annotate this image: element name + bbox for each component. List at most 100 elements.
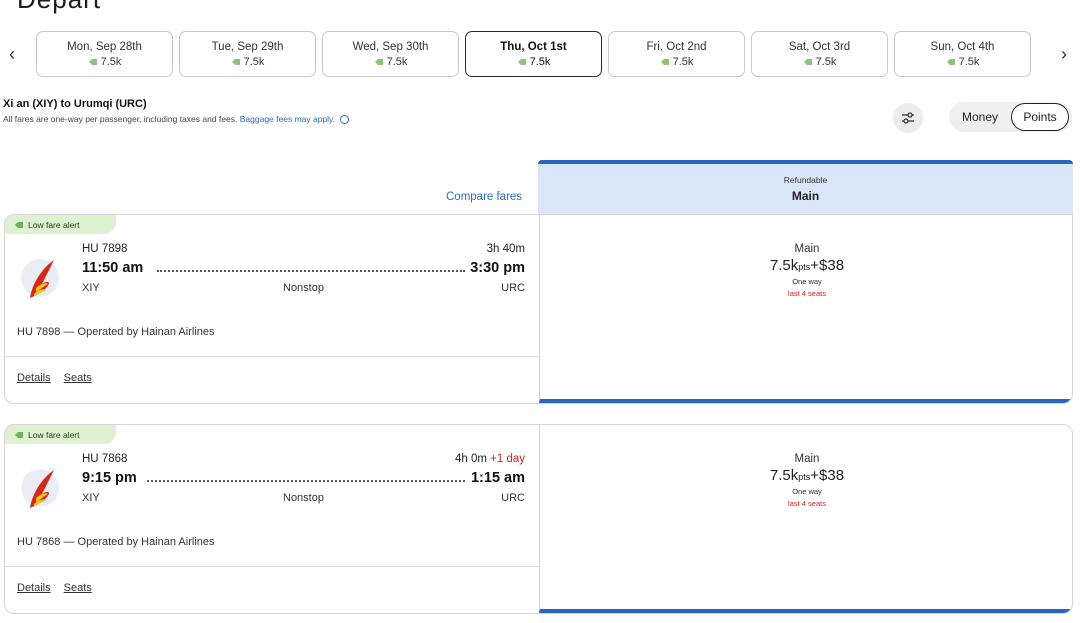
details-link[interactable]: Details xyxy=(17,372,51,384)
operated-by: HU 7868 — Operated by Hainan Airlines xyxy=(17,536,215,548)
alert-text: Low fare alert xyxy=(28,429,80,440)
fare-option-main[interactable]: Main 7.5kpts+$38 One way last 4 seats xyxy=(539,425,1072,613)
date-card-oct-2[interactable]: Fri, Oct 2nd 7.5k xyxy=(608,31,745,77)
tag-icon xyxy=(946,58,955,65)
date-label: Mon, Sep 28th xyxy=(67,40,142,53)
next-day-indicator: +1 day xyxy=(490,453,525,465)
fare-price: 7.5kpts+$38 xyxy=(770,467,844,484)
flight-card: Low fare alert HU 7898 3h 40m 11:50 am 3… xyxy=(4,214,1073,404)
fare-name: Main xyxy=(794,243,820,255)
operated-by: HU 7898 — Operated by Hainan Airlines xyxy=(17,326,215,338)
date-price: 7.5k xyxy=(815,55,837,68)
points-unit: pts xyxy=(798,472,811,482)
card-divider xyxy=(5,356,539,357)
points-option[interactable]: Points xyxy=(1011,103,1069,131)
arrival-airport: URC xyxy=(501,492,525,504)
fare-points: 7.5k xyxy=(769,257,799,274)
departure-airport: XIY xyxy=(82,492,100,504)
departure-airport: XIY xyxy=(82,282,100,294)
tag-icon xyxy=(803,58,812,65)
date-price: 7.5k xyxy=(100,55,122,68)
flight-links: Details Seats xyxy=(17,582,92,594)
date-label: Sat, Oct 3rd xyxy=(788,40,851,53)
flight-number: HU 7898 xyxy=(82,243,128,255)
prev-dates-button[interactable]: ‹ xyxy=(4,44,20,64)
fare-oneway: One way xyxy=(792,277,822,286)
money-option[interactable]: Money xyxy=(949,103,1011,131)
fare-cash: +$38 xyxy=(810,467,845,484)
arrival-time: 1:15 am xyxy=(470,470,525,486)
stops-label: Nonstop xyxy=(283,282,324,294)
flight-links: Details Seats xyxy=(17,372,92,384)
seats-left: last 4 seats xyxy=(788,289,826,298)
duration-text: 4h 0m xyxy=(454,453,487,465)
route-subtitle: All fares are one-way per passenger, inc… xyxy=(3,114,350,125)
tag-icon xyxy=(517,58,526,65)
route-line xyxy=(157,270,465,272)
low-fare-alert-badge: Low fare alert xyxy=(5,425,116,444)
departure-time: 11:50 am xyxy=(82,260,144,276)
date-price: 7.5k xyxy=(529,55,551,68)
page-heading: Depart xyxy=(17,0,101,15)
date-card-sep-30[interactable]: Wed, Sep 30th 7.5k xyxy=(322,31,459,77)
date-label: Thu, Oct 1st xyxy=(500,40,567,53)
tag-icon xyxy=(15,221,23,228)
seats-link[interactable]: Seats xyxy=(64,582,92,594)
flight-card: Low fare alert HU 7868 4h 0m +1 day 9:15… xyxy=(4,424,1073,614)
departure-time: 9:15 pm xyxy=(82,470,137,486)
next-dates-button[interactable]: › xyxy=(1056,44,1072,64)
tag-icon xyxy=(231,58,240,65)
route-title: Xi an (XIY) to Urumqi (URC) xyxy=(3,98,147,110)
date-card-oct-3[interactable]: Sat, Oct 3rd 7.5k xyxy=(751,31,888,77)
fare-option-main[interactable]: Main 7.5kpts+$38 One way last 4 seats xyxy=(539,215,1072,403)
date-label: Sun, Oct 4th xyxy=(930,40,995,53)
tag-icon xyxy=(660,58,669,65)
fare-name: Main xyxy=(794,453,820,465)
card-divider xyxy=(5,566,539,567)
tag-icon xyxy=(88,58,97,65)
stops-label: Nonstop xyxy=(283,492,324,504)
flight-number: HU 7868 xyxy=(82,453,128,465)
fare-price: 7.5kpts+$38 xyxy=(770,257,844,274)
money-points-toggle: Money Points xyxy=(949,102,1072,132)
date-price: 7.5k xyxy=(958,55,980,68)
tag-icon xyxy=(15,431,23,438)
date-price: 7.5k xyxy=(243,55,265,68)
date-price: 7.5k xyxy=(386,55,408,68)
fare-points: 7.5k xyxy=(769,467,799,484)
info-icon[interactable] xyxy=(340,115,350,125)
date-label: Wed, Sep 30th xyxy=(352,40,429,53)
date-label: Tue, Sep 29th xyxy=(211,40,284,53)
route-line xyxy=(147,480,465,482)
date-card-oct-1[interactable]: Thu, Oct 1st 7.5k xyxy=(465,31,602,77)
flight-duration: 4h 0m +1 day xyxy=(455,453,525,465)
flight-info: Low fare alert HU 7868 4h 0m +1 day 9:15… xyxy=(5,425,539,613)
date-card-sep-28[interactable]: Mon, Sep 28th 7.5k xyxy=(36,31,173,77)
fare-class-title: Main xyxy=(791,189,820,203)
flight-info: Low fare alert HU 7898 3h 40m 11:50 am 3… xyxy=(5,215,539,403)
alert-text: Low fare alert xyxy=(28,219,80,230)
date-label: Fri, Oct 2nd xyxy=(646,40,707,53)
baggage-fees-link[interactable]: Baggage fees may apply. xyxy=(240,114,335,124)
hainan-airlines-logo xyxy=(21,469,59,508)
seats-link[interactable]: Seats xyxy=(64,372,92,384)
fare-refundable-label: Refundable xyxy=(783,175,828,185)
duration-text: 3h 40m xyxy=(486,243,525,255)
date-card-sep-29[interactable]: Tue, Sep 29th 7.5k xyxy=(179,31,316,77)
arrival-airport: URC xyxy=(501,282,525,294)
fare-oneway: One way xyxy=(792,487,822,496)
details-link[interactable]: Details xyxy=(17,582,51,594)
date-price: 7.5k xyxy=(672,55,694,68)
seats-left: last 4 seats xyxy=(788,499,826,508)
date-card-oct-4[interactable]: Sun, Oct 4th 7.5k xyxy=(894,31,1031,77)
sliders-icon xyxy=(902,112,914,124)
compare-fares-link[interactable]: Compare fares xyxy=(446,191,522,203)
fare-disclaimer: All fares are one-way per passenger, inc… xyxy=(3,114,238,124)
tag-icon xyxy=(374,58,383,65)
low-fare-alert-badge: Low fare alert xyxy=(5,215,116,234)
points-unit: pts xyxy=(798,262,811,272)
arrival-time: 3:30 pm xyxy=(470,260,525,276)
filter-button[interactable] xyxy=(893,103,923,133)
fare-column-header: Refundable Main xyxy=(538,160,1073,214)
hainan-airlines-logo xyxy=(21,259,59,298)
